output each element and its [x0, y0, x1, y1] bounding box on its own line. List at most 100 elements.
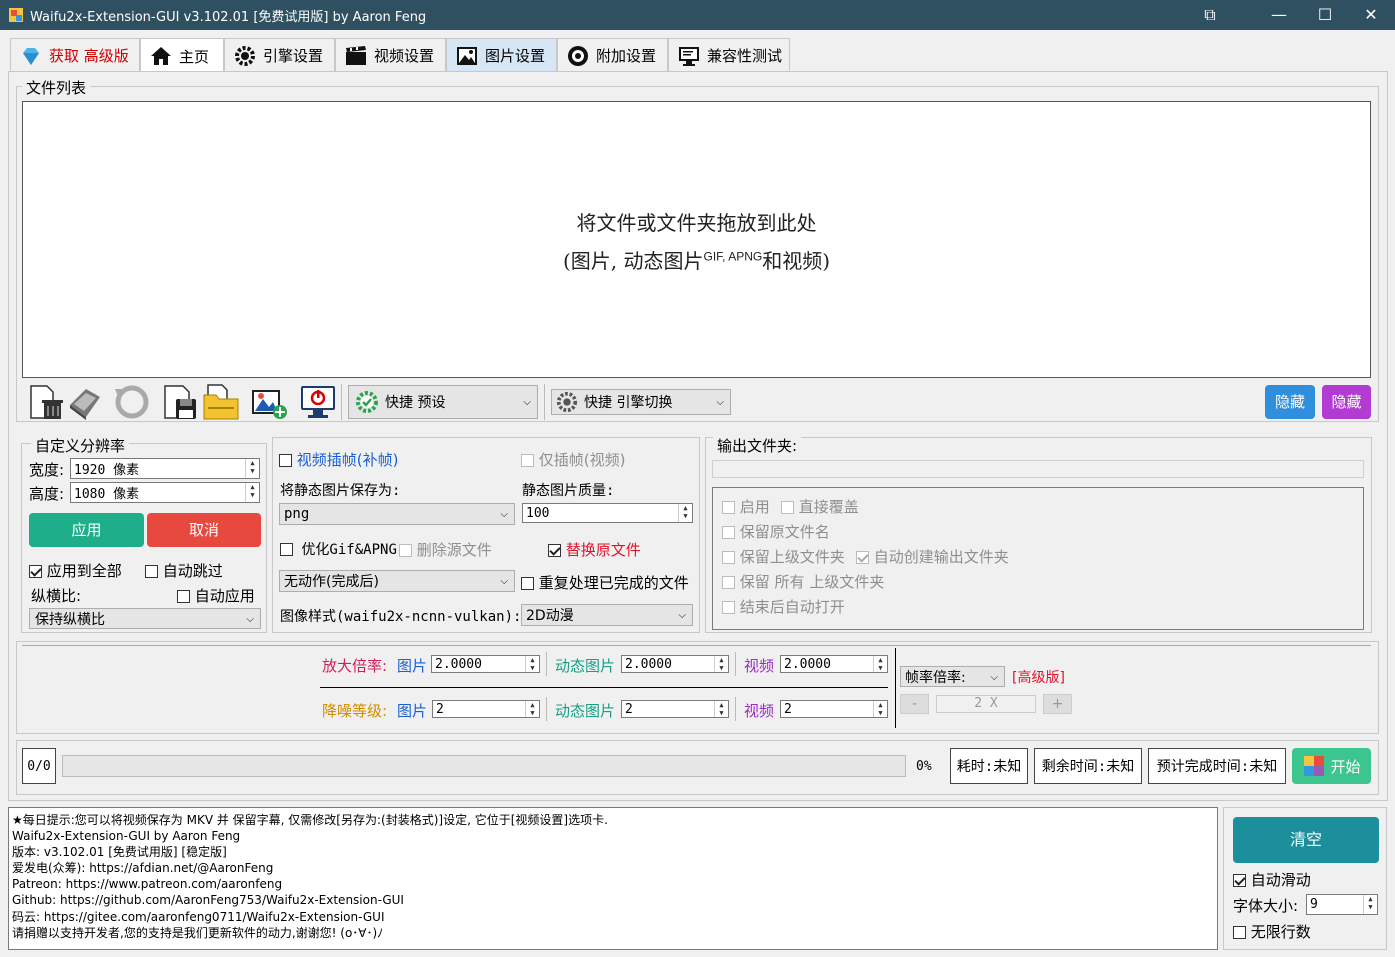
spin-arrows-icon[interactable]: ▲ ▼	[873, 656, 887, 672]
spin-arrows-icon[interactable]: ▲ ▼	[245, 459, 259, 478]
delete-source-checkbox[interactable]: 删除源文件	[399, 539, 492, 560]
drop-hint-line2: (图片, 动态图片GIF, APNG和视频)	[562, 249, 831, 273]
scale-animated-spinbox[interactable]: 2.0000 ▲ ▼	[621, 655, 729, 673]
restore-down-icon[interactable]: ⧉	[1187, 0, 1233, 30]
spin-arrows-icon[interactable]: ▲ ▼	[525, 656, 539, 672]
after-finish-action-select[interactable]: 无动作(完成后) ⌵	[279, 570, 515, 592]
chevron-down-icon: ⌵	[678, 610, 686, 621]
hide-button-1[interactable]: 隐藏	[1265, 385, 1315, 419]
quick-engine-switch-select[interactable]: 快捷 引擎切换 ⌵	[551, 389, 731, 415]
tab-engine-settings[interactable]: 引擎设置	[224, 38, 335, 72]
clear-list-eraser-icon[interactable]	[66, 383, 104, 421]
window-title: Waifu2x-Extension-GUI v3.102.01 [免费试用版] …	[30, 10, 427, 25]
hide-button-2[interactable]: 隐藏	[1322, 385, 1371, 419]
picture-icon	[457, 46, 477, 65]
spin-arrows-icon[interactable]: ▲ ▼	[1363, 895, 1377, 914]
auto-scroll-checkbox[interactable]: 自动滑动	[1233, 869, 1311, 890]
log-line: 版本: v3.102.01 [免费试用版] [稳定版]	[12, 845, 227, 860]
minimize-icon[interactable]: —	[1256, 0, 1302, 30]
fps-multiplier-select[interactable]: 帧率倍率: ⌵	[900, 666, 1005, 687]
replace-source-checkbox[interactable]: 替换原文件	[548, 539, 641, 560]
keep-parent-folder-checkbox[interactable]: 保留上级文件夹	[722, 546, 845, 567]
settings-icon	[568, 45, 588, 66]
auto-create-folder-checkbox[interactable]: 自动创建输出文件夹	[856, 546, 1009, 567]
add-image-icon[interactable]	[251, 383, 289, 421]
quick-preset-select[interactable]: 快捷 预设 ⌵	[348, 385, 538, 419]
checkbox-icon	[722, 551, 735, 564]
engine-switch-gear-icon	[556, 391, 578, 413]
checkbox-icon	[177, 590, 190, 603]
scale-label: 放大倍率:	[322, 657, 388, 675]
tab-video-settings[interactable]: 视频设置	[335, 38, 446, 72]
auto-open-checkbox[interactable]: 结束后自动打开	[722, 596, 845, 617]
keep-filename-checkbox[interactable]: 保留原文件名	[722, 521, 830, 542]
spin-arrows-icon[interactable]: ▲ ▼	[678, 504, 692, 522]
reprocess-checkbox[interactable]: 重复处理已完成的文件	[521, 572, 689, 593]
video-interp-checkbox[interactable]: 视频插帧(补帧)	[279, 449, 399, 470]
spin-arrows-icon[interactable]: ▲ ▼	[714, 701, 728, 717]
spin-arrows-icon[interactable]: ▲ ▼	[245, 483, 259, 502]
image-style-label: 图像样式(waifu2x-ncnn-vulkan):	[280, 609, 522, 625]
optimize-gif-checkbox[interactable]: 优化Gif&APNG	[280, 539, 397, 559]
scale-image-spinbox[interactable]: 2.0000 ▲ ▼	[431, 655, 540, 673]
film-icon	[346, 45, 366, 65]
denoise-image-spinbox[interactable]: 2 ▲ ▼	[432, 700, 540, 718]
width-spinbox[interactable]: 1920 像素 ▲ ▼	[70, 458, 260, 479]
fps-plus-button[interactable]: +	[1043, 694, 1072, 714]
auto-skip-checkbox[interactable]: 自动跳过	[145, 560, 223, 581]
interp-only-checkbox[interactable]: 仅插帧(视频)	[521, 449, 626, 470]
preset-check-gear-icon	[356, 391, 378, 413]
spin-arrows-icon[interactable]: ▲ ▼	[873, 701, 887, 717]
aspect-ratio-select[interactable]: 保持纵横比 ⌵	[29, 608, 261, 629]
output-folder-title: 输出文件夹:	[713, 435, 802, 456]
elapsed-time-display: 耗时:未知	[950, 748, 1028, 784]
spin-arrows-icon[interactable]: ▲ ▼	[525, 701, 539, 717]
log-text-area[interactable]: ★每日提示:您可以将视频保存为 MKV 并 保留字幕, 仅需修改[另存为:(封装…	[8, 807, 1218, 950]
tab-compat-test[interactable]: 兼容性测试	[668, 38, 790, 72]
title-bar: Waifu2x-Extension-GUI v3.102.01 [免费试用版] …	[0, 0, 1395, 30]
clear-log-button[interactable]: 清空	[1233, 817, 1379, 863]
overwrite-checkbox[interactable]: 直接覆盖	[781, 496, 859, 517]
height-spinbox[interactable]: 1080 像素 ▲ ▼	[70, 482, 260, 503]
pro-version-label: [高级版]	[1012, 670, 1065, 686]
drop-hint-line1: 将文件或文件夹拖放到此处	[576, 211, 817, 235]
maximize-icon[interactable]: ☐	[1302, 0, 1348, 30]
checkbox-icon	[722, 576, 735, 589]
apply-all-checkbox[interactable]: 应用到全部	[29, 560, 122, 581]
chevron-down-icon: ⌵	[500, 576, 508, 587]
separator-line	[546, 697, 547, 721]
output-folder-path-input[interactable]	[712, 460, 1364, 478]
tab-image-settings[interactable]: 图片设置	[446, 38, 557, 72]
scale-video-spinbox[interactable]: 2.0000 ▲ ▼	[780, 655, 888, 673]
eta-display: 预计完成时间:未知	[1148, 748, 1286, 784]
separator-line	[320, 687, 888, 688]
fps-minus-button[interactable]: -	[900, 694, 929, 714]
chevron-down-icon: ⌵	[523, 397, 531, 408]
file-drop-zone[interactable]: 将文件或文件夹拖放到此处 (图片, 动态图片GIF, APNG和视频)	[22, 101, 1371, 378]
checkbox-icon	[722, 501, 735, 514]
spin-arrows-icon[interactable]: ▲ ▼	[714, 656, 728, 672]
checkbox-checked-icon	[548, 544, 561, 557]
apply-resolution-button[interactable]: 应用	[29, 513, 144, 547]
font-size-spinbox[interactable]: 9 ▲ ▼	[1306, 894, 1378, 915]
close-icon[interactable]: ✕	[1348, 0, 1394, 30]
output-enable-checkbox[interactable]: 启用	[722, 496, 770, 517]
image-format-select[interactable]: png ⌵	[279, 503, 515, 525]
tab-home[interactable]: 主页	[140, 38, 224, 73]
remove-file-trash-icon[interactable]	[27, 383, 65, 421]
refresh-icon[interactable]	[113, 383, 151, 421]
power-monitor-icon[interactable]	[299, 383, 337, 421]
save-file-list-icon[interactable]	[161, 383, 199, 421]
cancel-resolution-button[interactable]: 取消	[147, 513, 261, 547]
image-style-select[interactable]: 2D动漫 ⌵	[521, 604, 693, 626]
denoise-video-spinbox[interactable]: 2 ▲ ▼	[780, 700, 888, 718]
load-file-list-folder-icon[interactable]	[202, 383, 240, 421]
start-button[interactable]: 开始	[1292, 748, 1371, 784]
static-quality-spinbox[interactable]: 100 ▲ ▼	[522, 503, 693, 523]
auto-apply-checkbox[interactable]: 自动应用	[177, 585, 255, 606]
keep-all-parents-checkbox[interactable]: 保留 所有 上级文件夹	[722, 571, 884, 592]
tab-extra-settings[interactable]: 附加设置	[557, 38, 668, 72]
denoise-animated-spinbox[interactable]: 2 ▲ ▼	[621, 700, 729, 718]
unlimited-lines-checkbox[interactable]: 无限行数	[1233, 921, 1311, 942]
tab-get-pro[interactable]: 获取 高级版	[10, 38, 140, 72]
